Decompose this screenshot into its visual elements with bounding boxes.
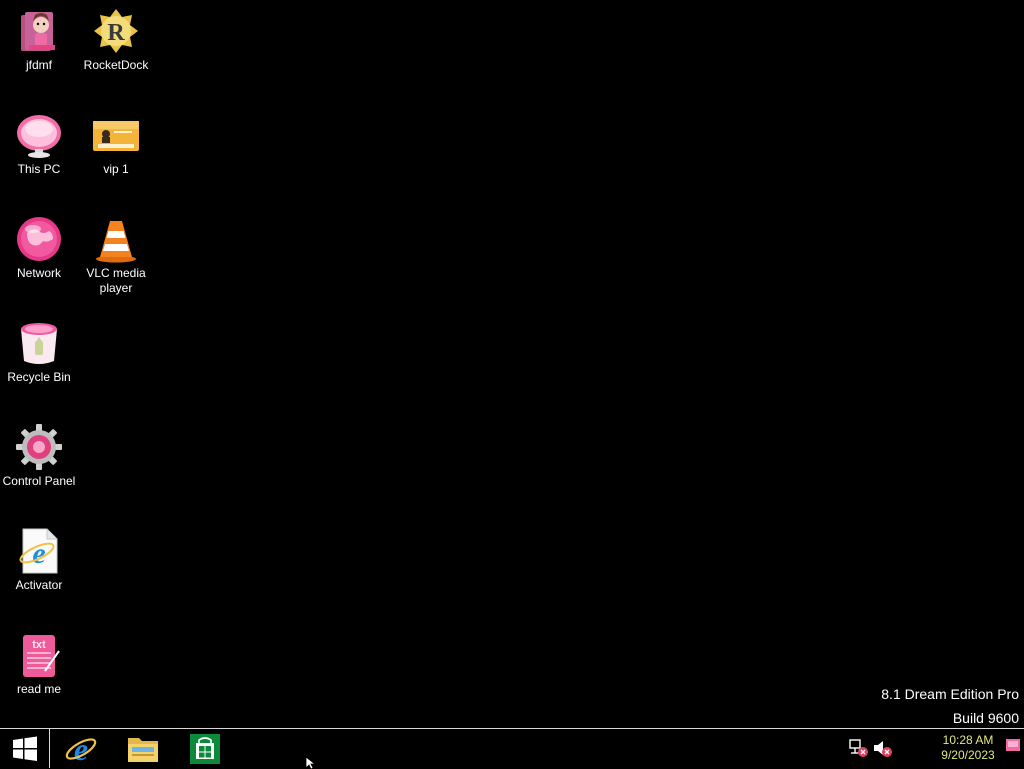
desktop-icon-control-panel[interactable]: Control Panel	[0, 416, 78, 516]
desktop-icon-this-pc[interactable]: This PC	[0, 104, 78, 204]
desktop-icon-label: Network	[16, 266, 61, 280]
desktop-icon-label: read me	[16, 682, 62, 696]
svg-text:txt: txt	[32, 639, 46, 651]
control-panel-gear-icon	[16, 424, 62, 470]
show-desktop-icon[interactable]	[1006, 739, 1020, 751]
desktop: jfdmf This PC Network Recycle Bin Contro…	[0, 0, 1024, 728]
desktop-icon-label: RocketDock	[83, 58, 149, 72]
desktop-icon-activator[interactable]: e Activator	[0, 520, 78, 620]
volume-muted-icon[interactable]	[872, 737, 894, 759]
svg-text:e: e	[74, 732, 88, 766]
desktop-icon-rocketdock[interactable]: R RocketDock	[77, 0, 155, 100]
desktop-icon-label: Activator	[15, 578, 63, 592]
taskbar: e 10:28 AM 9/20/2023	[0, 728, 1024, 768]
start-button[interactable]	[0, 729, 50, 768]
clock-date: 9/20/2023	[941, 748, 995, 762]
system-clock[interactable]: 10:28 AM 9/20/2023	[930, 733, 1006, 763]
desktop-icon-vip-1[interactable]: vip 1	[77, 104, 155, 204]
internet-explorer-file-icon: e	[19, 528, 58, 574]
windows-logo-icon	[12, 736, 37, 761]
taskbar-store[interactable]	[186, 729, 224, 768]
internet-explorer-icon: e	[65, 732, 97, 766]
taskbar-internet-explorer[interactable]: e	[62, 729, 100, 768]
recycle-bin-icon	[21, 323, 57, 364]
desktop-icon-jfdmf[interactable]: jfdmf	[0, 0, 78, 100]
svg-text:R: R	[107, 20, 125, 46]
svg-text:e: e	[32, 537, 45, 570]
clock-time: 10:28 AM	[942, 733, 994, 747]
watermark-edition: 8.1 Dream Edition Pro	[881, 686, 1019, 702]
vip-card-icon	[93, 121, 139, 151]
desktop-icon-recycle-bin[interactable]: Recycle Bin	[0, 312, 78, 412]
watermark-build: Build 9600	[952, 710, 1019, 726]
desktop-icon-label: VLC media player	[86, 266, 146, 295]
store-icon	[190, 733, 220, 764]
text-notebook-icon: txt	[23, 635, 60, 677]
rocketdock-icon: R	[94, 9, 138, 53]
doll-folder-icon	[21, 12, 55, 51]
desktop-icon-vlc-media-player[interactable]: VLC media player	[77, 208, 155, 308]
desktop-icon-label: vip 1	[103, 162, 129, 176]
os-edition-watermark: 8.1 Dream Edition Pro Build 9600	[881, 682, 1019, 730]
network-globe-icon	[17, 217, 61, 261]
desktop-icon-read-me[interactable]: txt read me	[0, 624, 78, 724]
desktop-icon-label: jfdmf	[25, 58, 52, 72]
mouse-cursor-icon	[306, 757, 317, 769]
vlc-cone-icon	[96, 221, 136, 263]
network-disconnected-icon[interactable]	[848, 737, 870, 759]
this-pc-icon	[17, 115, 61, 158]
desktop-icon-label: Recycle Bin	[7, 370, 71, 384]
desktop-icon-label: Control Panel	[2, 474, 76, 488]
desktop-icon-network[interactable]: Network	[0, 208, 78, 308]
file-explorer-icon	[128, 737, 158, 762]
desktop-icon-label: This PC	[17, 162, 61, 176]
taskbar-file-explorer[interactable]	[124, 729, 162, 768]
